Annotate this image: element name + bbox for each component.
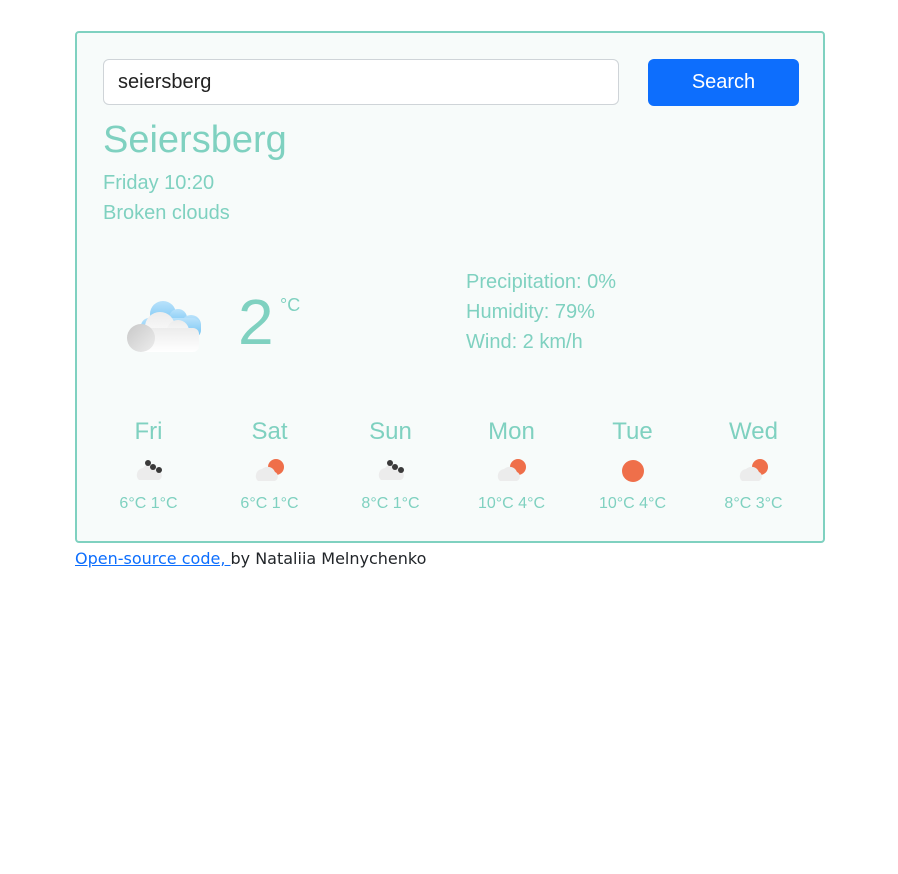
broken-clouds-icon xyxy=(127,301,201,352)
precipitation: Precipitation: 0% xyxy=(466,271,617,293)
humidity: Humidity: 79% xyxy=(466,301,595,323)
forecast-temps: 10°C 4°C xyxy=(477,495,546,512)
author-credit: by Nataliia Melnychenko xyxy=(230,549,427,568)
forecast-day: Tue 10°C 4°C xyxy=(572,417,693,513)
forecast-temps: 6°C 1°C xyxy=(240,495,299,512)
temperature-unit-celsius[interactable]: °C xyxy=(280,295,300,316)
partly-cloudy-icon xyxy=(739,459,768,481)
forecast-day: Wed 8°C 3°C xyxy=(693,417,814,513)
forecast-day: Mon 10°C 4°C xyxy=(451,417,572,513)
partly-cloudy-icon xyxy=(255,459,284,481)
weather-description: Broken clouds xyxy=(103,202,230,224)
forecast-temps: 6°C 1°C xyxy=(119,495,178,512)
footer: Open-source code, by Nataliia Melnychenk… xyxy=(75,549,426,568)
forecast-day-name: Wed xyxy=(729,418,778,445)
forecast-temps: 8°C 1°C xyxy=(361,495,420,512)
city-name: Seiersberg xyxy=(103,119,287,161)
forecast-day-name: Tue xyxy=(612,418,653,445)
wind: Wind: 2 km/h xyxy=(466,331,583,353)
forecast-day: Fri 6°C 1°C xyxy=(88,417,209,513)
sun-icon xyxy=(621,460,644,482)
forecast-day: Sun 8°C 1°C xyxy=(330,417,451,513)
forecast-day-name: Mon xyxy=(488,418,535,445)
rain-cloud-icon xyxy=(136,460,162,480)
forecast-day-name: Fri xyxy=(134,418,163,445)
forecast-day-name: Sat xyxy=(251,418,288,445)
search-button[interactable]: Search xyxy=(648,59,799,106)
forecast-temps: 8°C 3°C xyxy=(724,495,783,512)
current-temperature: 2 xyxy=(238,286,274,358)
forecast-day: Sat 6°C 1°C xyxy=(209,417,330,513)
open-source-code-link[interactable]: Open-source code, xyxy=(75,549,230,568)
current-datetime: Friday 10:20 xyxy=(103,172,215,194)
weather-card: Search Seiersberg Friday 10:20 Broken cl… xyxy=(75,31,825,543)
forecast-temps: 10°C 4°C xyxy=(598,495,667,512)
forecast: Fri 6°C 1°C Sat 6°C 1°C Sun 8°C 1°C Mon … xyxy=(88,417,814,513)
city-search-input[interactable] xyxy=(103,59,619,105)
rain-cloud-icon xyxy=(378,460,404,480)
forecast-day-name: Sun xyxy=(369,418,412,445)
weather-details: Precipitation: 0% Humidity: 79% Wind: 2 … xyxy=(466,270,616,360)
partly-cloudy-icon xyxy=(497,459,526,481)
